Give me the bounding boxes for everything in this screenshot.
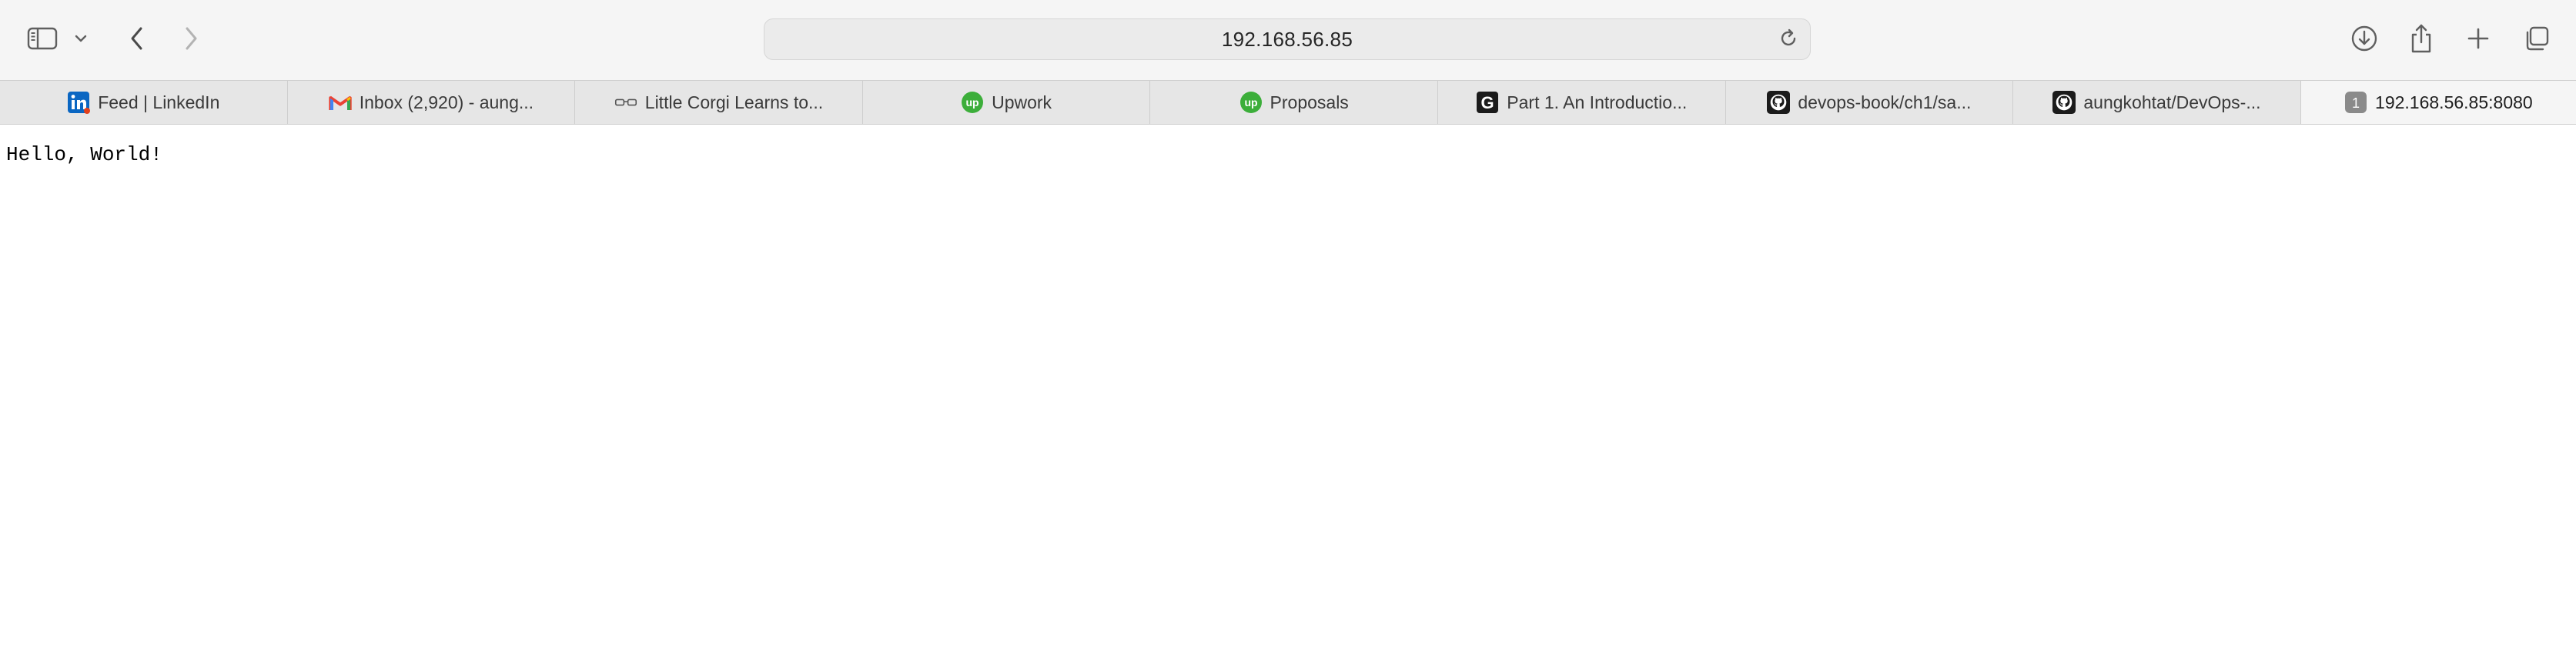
tab-bar: Feed | LinkedIn Inbox (2,920) - aung... … [0,80,2576,125]
tab-active-localhost[interactable]: 1 192.168.56.85:8080 [2300,81,2576,124]
tab-label: Little Corgi Learns to... [644,92,824,112]
tab-upwork[interactable]: up Upwork [863,81,1151,124]
tab-label: Upwork [992,92,1052,112]
sidebar-toggle-button[interactable] [23,18,62,58]
tab-part-1-introduction[interactable]: G Part 1. An Introductio... [1438,81,1726,124]
tab-gmail[interactable]: Inbox (2,920) - aung... [288,81,576,124]
forward-button[interactable] [176,18,206,58]
tab-aungkohtat-devops[interactable]: aungkohtat/DevOps-... [2013,81,2301,124]
number-badge-icon: 1 [2344,91,2367,114]
svg-text:up: up [1244,96,1257,109]
tab-overview-icon [2523,25,2551,52]
tab-label: devops-book/ch1/sa... [1798,92,1972,112]
chevron-left-icon [129,25,146,52]
download-icon [2350,24,2379,53]
tab-label: aungkohtat/DevOps-... [2083,92,2261,112]
new-tab-button[interactable] [2462,18,2494,58]
tab-devops-book[interactable]: devops-book/ch1/sa... [1726,81,2014,124]
tab-overview-button[interactable] [2521,18,2553,58]
upwork-icon: up [1239,91,1263,114]
sidebar-menu-button[interactable] [69,18,92,58]
reload-icon [1778,28,1799,53]
tab-label: Inbox (2,920) - aung... [359,92,534,112]
svg-text:up: up [966,96,979,109]
address-bar[interactable]: 192.168.56.85 [764,18,1811,60]
tab-badge-number: 1 [2352,95,2360,111]
g-logo-icon: G [1476,91,1499,114]
address-url: 192.168.56.85 [1221,27,1353,51]
browser-toolbar: 192.168.56.85 [0,0,2576,80]
share-icon [2408,23,2434,54]
upwork-icon: up [961,91,984,114]
svg-text:G: G [1481,93,1494,112]
tab-label: 192.168.56.85:8080 [2375,92,2533,112]
share-button[interactable] [2405,18,2437,58]
glasses-icon [614,91,637,114]
github-icon [2052,91,2076,114]
tab-proposals[interactable]: up Proposals [1150,81,1438,124]
page-content: Hello, World! [0,125,2576,648]
linkedin-icon [67,91,91,114]
tab-little-corgi[interactable]: Little Corgi Learns to... [575,81,863,124]
tab-label: Feed | LinkedIn [98,92,220,112]
tab-label: Proposals [1270,92,1349,112]
sidebar-icon [27,27,58,50]
plus-icon [2466,26,2491,51]
github-icon [1767,91,1791,114]
reload-button[interactable] [1776,28,1801,52]
chevron-down-icon [74,34,88,43]
tab-label: Part 1. An Introductio... [1507,92,1688,112]
chevron-right-icon [182,25,199,52]
tab-linkedin[interactable]: Feed | LinkedIn [0,81,288,124]
gmail-icon [329,91,352,114]
back-button[interactable] [122,18,152,58]
page-body-text: Hello, World! [6,143,162,166]
downloads-button[interactable] [2348,18,2380,58]
